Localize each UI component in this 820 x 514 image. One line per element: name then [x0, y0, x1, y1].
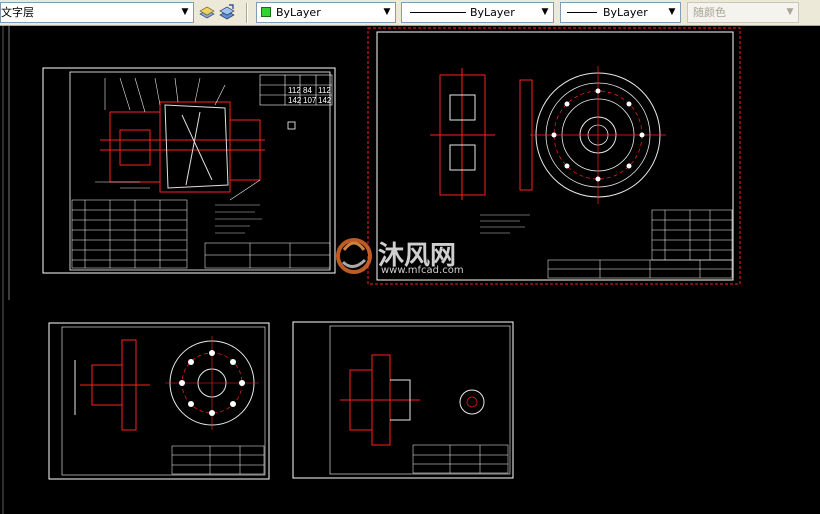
table-value: 112 [288, 86, 301, 95]
plot-style-value: 随颜色 [693, 6, 726, 19]
linetype-preview [410, 12, 466, 13]
drawing-sheet-assembly[interactable]: 112 84 112 142 107 142 [42, 67, 336, 274]
color-swatch [261, 7, 271, 17]
model-space-canvas[interactable]: 112 84 112 142 107 142 沐风网 www.mfcad.com [0, 26, 820, 514]
layer-previous-icon[interactable] [218, 3, 236, 21]
color-control-value: ByLayer [276, 6, 321, 19]
lineweight-control-dropdown[interactable]: ByLayer ▼ [560, 2, 681, 23]
table-value: 107 [303, 96, 317, 105]
table-value: 112 [318, 86, 331, 95]
text-style-value: 文字层 [1, 6, 34, 19]
chevron-down-icon: ▼ [537, 3, 553, 22]
mfcad-watermark-logo [336, 238, 372, 274]
lineweight-control-value: ByLayer [603, 6, 648, 19]
plot-style-control-dropdown[interactable]: 随颜色 ▼ [687, 2, 799, 23]
chevron-down-icon: ▼ [379, 3, 395, 22]
linetype-control-value: ByLayer [470, 6, 515, 19]
layer-states-icon[interactable] [198, 3, 216, 21]
drawing-sheet-hub[interactable] [292, 321, 514, 479]
chevron-down-icon: ▼ [782, 3, 798, 22]
toolbar-separator [246, 3, 248, 23]
watermark-url: www.mfcad.com [381, 265, 464, 276]
chevron-down-icon: ▼ [664, 3, 680, 22]
properties-toolbar: 文字层 ▼ ByLayer ▼ ByLayer ▼ ByLayer ▼ 随颜色 … [0, 0, 820, 26]
chevron-down-icon: ▼ [177, 3, 193, 22]
table-value: 142 [318, 96, 332, 105]
color-control-dropdown[interactable]: ByLayer ▼ [256, 2, 396, 23]
linetype-control-dropdown[interactable]: ByLayer ▼ [401, 2, 554, 23]
drawing-sheet-flange[interactable] [48, 322, 270, 480]
text-style-dropdown[interactable]: 文字层 ▼ [0, 2, 194, 23]
table-value: 84 [303, 86, 312, 95]
table-value: 142 [288, 96, 302, 105]
lineweight-preview [567, 12, 597, 13]
